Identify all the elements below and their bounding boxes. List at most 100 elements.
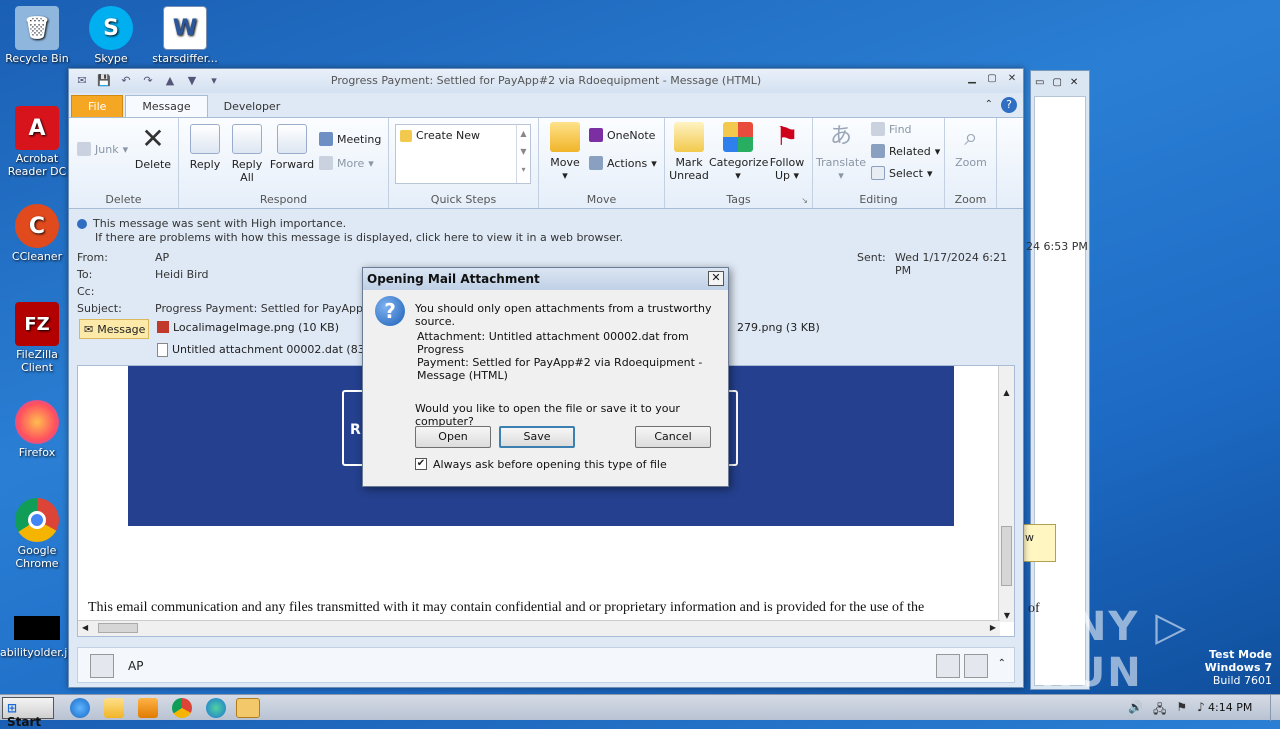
chrome-taskbar-icon[interactable] <box>172 698 192 718</box>
volume-icon[interactable]: 🔊 <box>1128 700 1143 721</box>
onenote-button[interactable]: OneNote <box>589 128 655 142</box>
people-pane-name[interactable]: AP <box>128 659 143 673</box>
junk-button[interactable]: Junk ▾ <box>77 142 128 156</box>
meeting-button[interactable]: Meeting <box>319 132 381 146</box>
network-icon[interactable]: 🖧 <box>1153 700 1166 721</box>
create-new-button[interactable]: Create New <box>400 129 480 142</box>
action-center-flag-icon[interactable]: ⚑ <box>1176 700 1187 721</box>
from-value[interactable]: AP <box>155 251 169 264</box>
avatar[interactable] <box>936 654 960 678</box>
save-icon[interactable]: 💾 <box>95 73 113 89</box>
message-info-bar[interactable]: This message was sent with High importan… <box>77 217 623 245</box>
browser-view-link[interactable]: If there are problems with how this mess… <box>77 231 623 245</box>
customize-qat-icon[interactable]: ▾ <box>205 73 223 89</box>
attachment-dat[interactable]: Untitled attachment 00002.dat (838 B <box>157 343 383 357</box>
gallery-scroll[interactable]: ▲ ▼ ▾ <box>516 125 530 183</box>
attachment-info: Attachment: Untitled attachment 00002.da… <box>417 330 703 382</box>
tab-developer[interactable]: Developer <box>208 96 297 117</box>
desktop-icon-label: Recycle Bin <box>5 52 69 65</box>
scroll-right-icon[interactable]: ▶ <box>990 623 996 632</box>
tab-file[interactable]: File <box>71 95 124 117</box>
zoom-button[interactable]: ⌕ Zoom <box>949 122 993 169</box>
follow-up-button[interactable]: ⚑ Follow Up ▾ <box>767 122 807 182</box>
subject-value: Progress Payment: Settled for PayApp#2 v <box>155 302 390 315</box>
down-arrow-icon[interactable]: ▼ <box>183 73 201 89</box>
background-text-fragment: of <box>1028 601 1040 616</box>
desktop-icon-skype[interactable]: S Skype <box>74 6 148 65</box>
windows-logo-icon: ⊞ <box>7 701 18 715</box>
avatar[interactable] <box>90 654 114 678</box>
desktop-icon-acrobat[interactable]: A Acrobat Reader DC <box>0 106 74 178</box>
open-button[interactable]: Open <box>415 426 491 448</box>
more-button[interactable]: More ▾ <box>319 156 374 170</box>
related-button[interactable]: Related ▾ <box>871 144 940 158</box>
start-button[interactable]: ⊞ Start <box>2 697 54 729</box>
redo-icon[interactable]: ↷ <box>139 73 157 89</box>
explorer-icon[interactable] <box>104 698 124 718</box>
desktop-icon-word-doc[interactable]: W starsdiffer... <box>148 6 222 65</box>
avatar[interactable] <box>964 654 988 678</box>
undo-icon[interactable]: ↶ <box>117 73 135 89</box>
speaker-icon[interactable]: ♪ <box>1197 700 1205 721</box>
maximize-button[interactable]: ▢ <box>985 73 999 85</box>
desktop-icon-firefox[interactable]: Firefox <box>0 400 74 459</box>
dialog-close-button[interactable]: ✕ <box>708 271 724 286</box>
categorize-button[interactable]: Categorize ▾ <box>709 122 768 182</box>
open-save-question: Would you like to open the file or save … <box>415 402 680 428</box>
edge-icon[interactable] <box>206 698 226 718</box>
quick-steps-gallery[interactable]: Create New ▲ ▼ ▾ <box>395 124 531 184</box>
desktop-icon-filezilla[interactable]: FZ FileZilla Client <box>0 302 74 374</box>
image-file-icon <box>157 321 169 333</box>
reply-button[interactable]: Reply <box>185 124 225 171</box>
title-bar: ✉ 💾 ↶ ↷ ▲ ▼ ▾ Progress Payment: Settled … <box>69 69 1023 93</box>
hscroll-thumb[interactable] <box>98 623 138 633</box>
scroll-down-icon[interactable]: ▼ <box>999 611 1014 620</box>
clock[interactable]: 4:14 PM <box>1208 701 1252 714</box>
up-arrow-icon[interactable]: ▲ <box>161 73 179 89</box>
desktop-icon-label: Google Chrome <box>15 544 59 570</box>
message-attachment-tab[interactable]: ✉ Message <box>79 319 149 339</box>
attachment-png[interactable]: 279.png (3 KB) <box>737 321 820 334</box>
to-value[interactable]: Heidi Bird <box>155 268 209 281</box>
desktop-icon-chrome[interactable]: Google Chrome <box>0 498 74 570</box>
horizontal-scrollbar[interactable]: ◀ ▶ <box>78 620 1000 636</box>
attachment-localimage[interactable]: LocalimageImage.png (10 KB) <box>157 321 339 334</box>
close-button[interactable]: ✕ <box>1005 73 1019 85</box>
help-icon[interactable]: ? <box>1001 97 1017 113</box>
ie-icon[interactable] <box>70 698 90 718</box>
always-ask-label: Always ask before opening this type of f… <box>433 458 667 471</box>
minimize-button[interactable]: ▁ <box>965 73 979 85</box>
reply-all-button[interactable]: Reply All <box>227 124 267 184</box>
actions-button[interactable]: Actions ▾ <box>589 156 657 170</box>
media-player-icon[interactable] <box>138 698 158 718</box>
desktop-icon-ccleaner[interactable]: C CCleaner <box>0 204 74 263</box>
expand-people-pane-icon[interactable]: ⌃ <box>998 658 1006 669</box>
always-ask-checkbox[interactable]: ✔ <box>415 458 427 470</box>
forward-button[interactable]: Forward <box>269 124 315 171</box>
tab-message[interactable]: Message <box>125 95 208 117</box>
to-label: To: <box>77 268 93 281</box>
save-button[interactable]: Save <box>499 426 575 448</box>
opening-mail-attachment-dialog: Opening Mail Attachment ✕ ? You should o… <box>362 267 729 487</box>
scroll-thumb[interactable] <box>1001 526 1012 586</box>
magnifier-icon: ⌕ <box>964 123 978 151</box>
desktop-icon-file[interactable]: abilityolder.jp <box>0 616 74 659</box>
vertical-scrollbar[interactable]: ▲ ▼ <box>998 366 1014 622</box>
ribbon-group-tags: Mark Unread Categorize ▾ ⚑ Follow Up ▾ Tags … <box>665 118 813 208</box>
delete-button[interactable]: ✕ Delete <box>131 122 175 172</box>
mail-icon: ✉ <box>77 74 87 87</box>
desktop-icon-recycle-bin[interactable]: 🗑 Recycle Bin <box>0 6 74 65</box>
find-button[interactable]: Find <box>871 122 912 136</box>
scroll-left-icon[interactable]: ◀ <box>82 623 88 632</box>
translate-button[interactable]: あ Translate ▾ <box>815 122 867 182</box>
select-button[interactable]: Select ▾ <box>871 166 932 180</box>
move-button[interactable]: Move ▾ <box>545 122 585 182</box>
delete-x-icon: ✕ <box>141 122 165 155</box>
scroll-up-icon[interactable]: ▲ <box>999 388 1014 397</box>
mark-unread-button[interactable]: Mark Unread <box>669 122 709 182</box>
cancel-button[interactable]: Cancel <box>635 426 711 448</box>
minimize-ribbon-icon[interactable]: ⌃ <box>985 99 993 110</box>
dialog-launcher-icon[interactable]: ↘ <box>801 196 808 205</box>
show-desktop-button[interactable] <box>1270 695 1280 721</box>
outlook-taskbar-icon[interactable] <box>236 698 260 718</box>
